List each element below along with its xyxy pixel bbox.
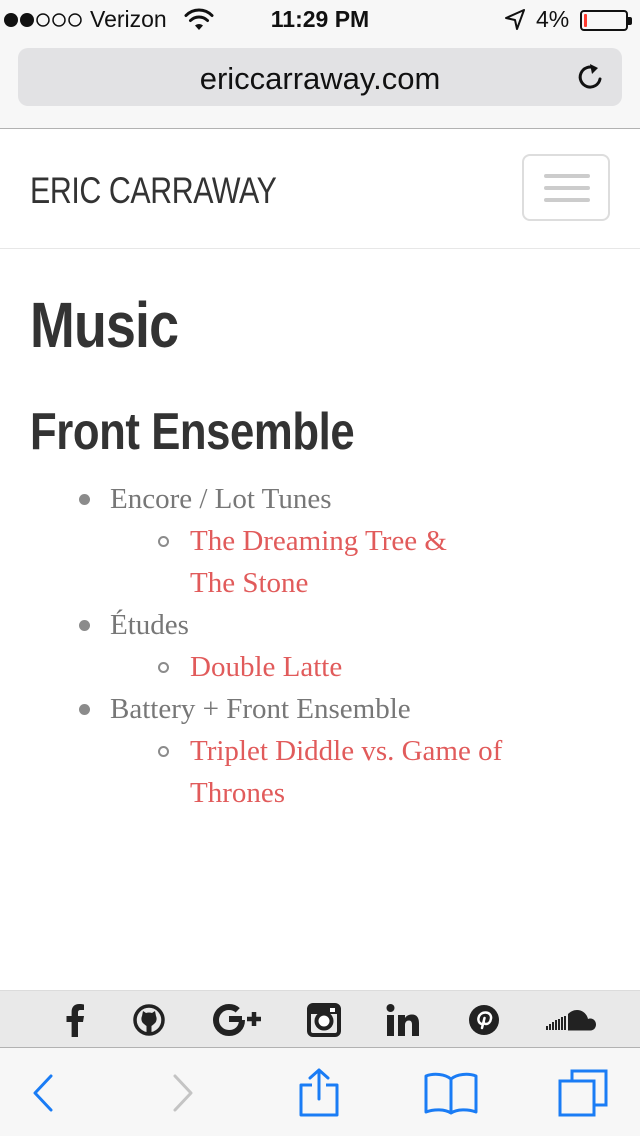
browser-address-area: ericcarraway.com	[0, 40, 640, 129]
hamburger-bar	[544, 198, 590, 202]
site-brand-link[interactable]: ERIC CARRAWAY	[30, 170, 277, 212]
list-item-label: Battery + Front Ensemble	[110, 693, 411, 725]
song-link-line[interactable]: The Stone	[190, 562, 308, 604]
menu-toggle-button[interactable]	[522, 154, 610, 221]
social-links-bar	[0, 990, 640, 1047]
github-icon[interactable]	[132, 1003, 166, 1037]
battery-nub	[628, 17, 632, 25]
screen: Verizon 11:29 PM 4% ericcarraway.com ERI…	[0, 0, 640, 1136]
song-link-line[interactable]: The Dreaming Tree &	[190, 520, 447, 562]
song-link-line[interactable]: Thrones	[190, 772, 285, 814]
bullet-disc	[79, 494, 90, 505]
song-link-line[interactable]: Triplet Diddle vs. Game of	[190, 730, 502, 772]
hamburger-bar	[544, 174, 590, 178]
bullet-circle	[158, 536, 169, 547]
browser-toolbar	[0, 1047, 640, 1136]
status-bar: Verizon 11:29 PM 4%	[0, 0, 640, 40]
address-field[interactable]: ericcarraway.com	[18, 48, 622, 106]
site-navbar: ERIC CARRAWAY	[0, 130, 640, 249]
battery-icon	[580, 10, 632, 31]
list-item-label: Études	[110, 609, 189, 641]
section-title: Front Ensemble	[30, 403, 355, 461]
pinterest-icon[interactable]	[467, 1003, 501, 1037]
bullet-disc	[79, 620, 90, 631]
bullet-circle	[158, 746, 169, 757]
page-title: Music	[30, 289, 179, 361]
url-text[interactable]: ericcarraway.com	[18, 61, 622, 97]
soundcloud-icon[interactable]	[546, 1003, 596, 1037]
battery-fill	[584, 14, 587, 27]
hamburger-bar	[544, 186, 590, 190]
reload-icon[interactable]	[576, 62, 606, 92]
list-item-label: Encore / Lot Tunes	[110, 483, 332, 515]
google-plus-icon[interactable]	[212, 1003, 262, 1037]
linkedin-icon[interactable]	[386, 1003, 420, 1037]
facebook-icon[interactable]	[62, 1003, 88, 1037]
bullet-circle	[158, 662, 169, 673]
tabs-icon[interactable]	[556, 1068, 610, 1118]
location-arrow-icon	[505, 9, 525, 30]
forward-icon[interactable]	[170, 1068, 196, 1118]
share-icon[interactable]	[297, 1068, 341, 1118]
battery-percentage: 4%	[536, 6, 570, 32]
song-link-line[interactable]: Double Latte	[190, 646, 342, 688]
bookmarks-icon[interactable]	[424, 1068, 478, 1118]
instagram-icon[interactable]	[307, 1003, 341, 1037]
bullet-disc	[79, 704, 90, 715]
back-icon[interactable]	[30, 1068, 56, 1118]
